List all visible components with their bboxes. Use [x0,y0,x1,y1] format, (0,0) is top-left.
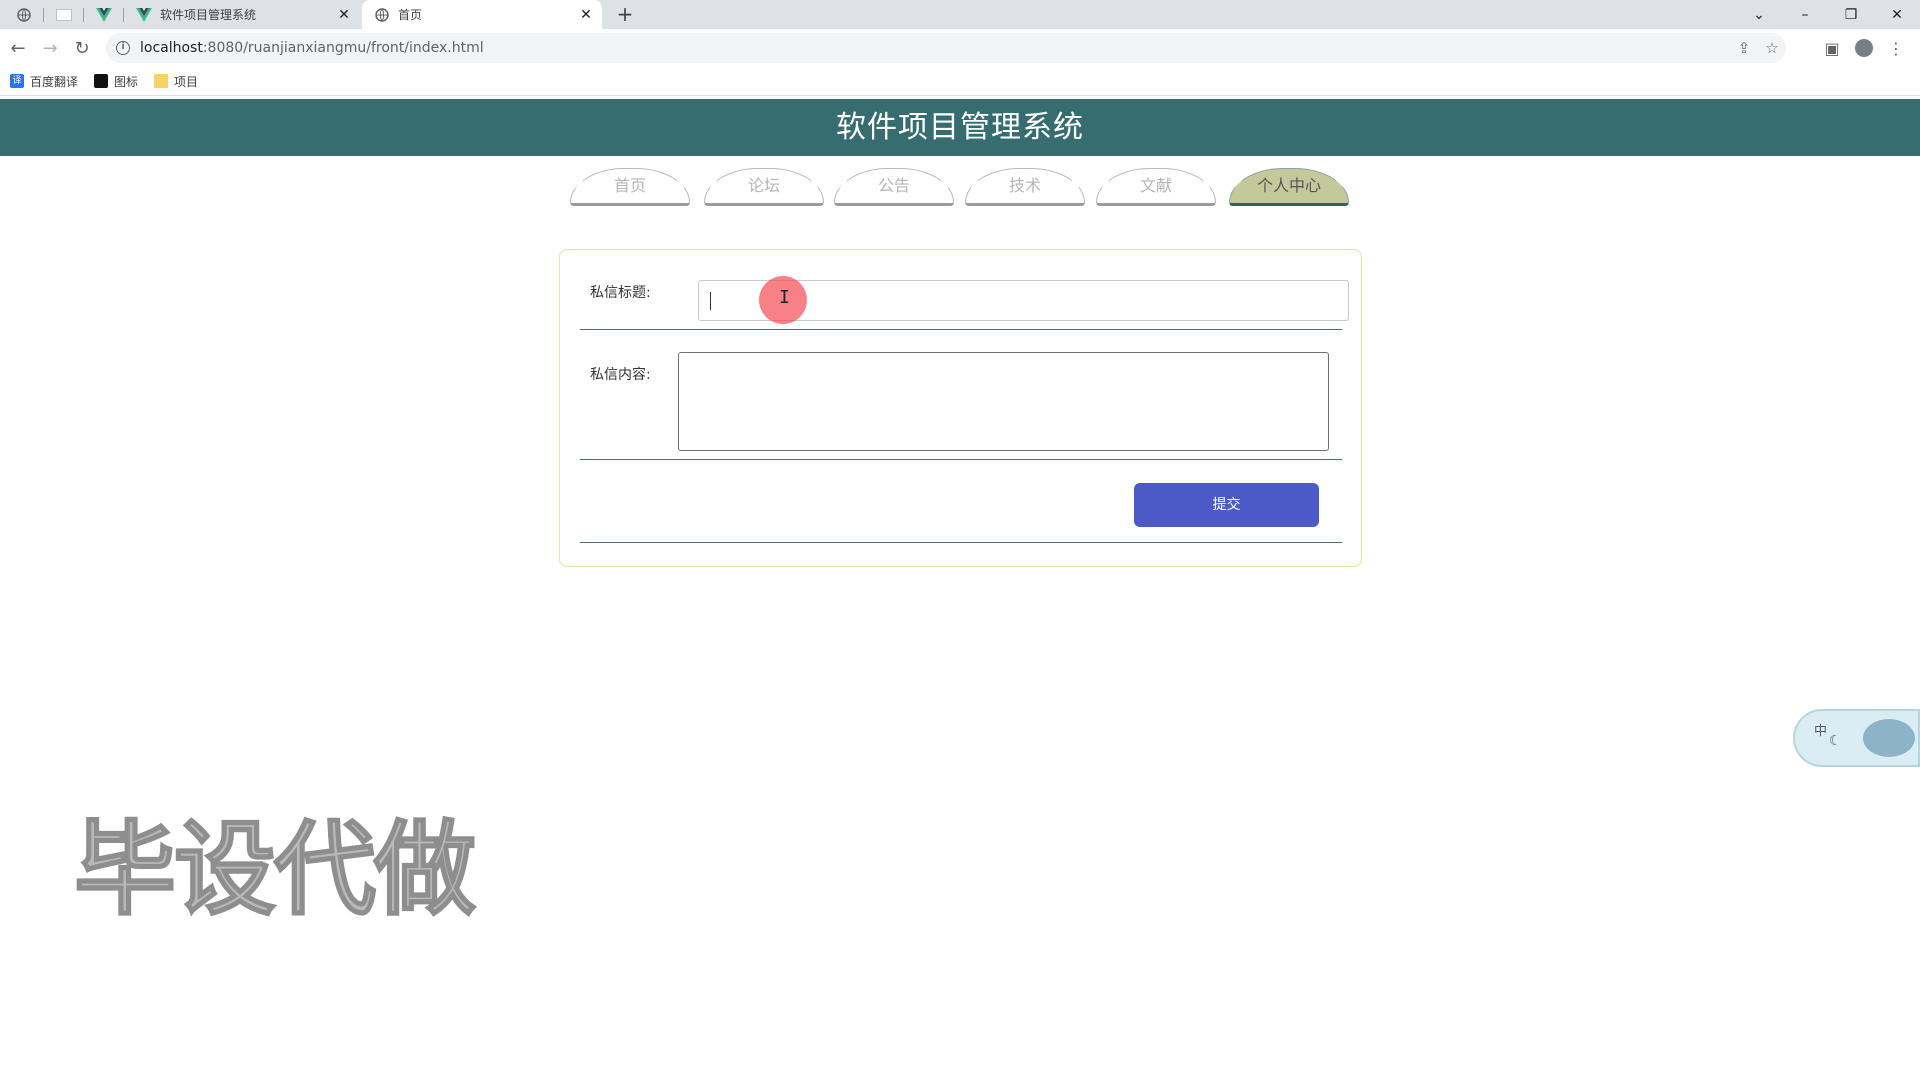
minimize-icon[interactable]: – [1782,0,1828,29]
browser-tab-project[interactable]: 软件项目管理系统 ✕ [128,0,360,29]
nav-technology[interactable]: 技术 [965,168,1085,206]
tab-title: 首页 [398,8,423,22]
url-text: localhost:8080/ruanjianxiangmu/front/ind… [140,40,484,56]
share-icon[interactable]: ⇪ [1730,39,1758,57]
menu-kebab-icon[interactable]: ⋮ [1880,36,1912,60]
browser-tab-pinned-1[interactable] [4,0,44,29]
globe-icon [16,7,32,23]
text-cursor-icon: I [779,287,790,308]
nav-announcement[interactable]: 公告 [834,168,954,206]
vue-icon [136,7,152,23]
nav-personal-center[interactable]: 个人中心 [1229,168,1349,206]
bookmark-project-folder[interactable]: 项目 [154,73,198,90]
folder-icon [154,74,169,88]
nav-literature[interactable]: 文献 [1096,168,1216,206]
moon-icon: ☾ [1829,733,1842,749]
floating-widget[interactable]: 中 ☾ [1793,709,1920,767]
forward-icon[interactable]: → [38,36,62,60]
browser-tab-pinned-3[interactable] [84,0,124,29]
side-panel-icon[interactable]: ▣ [1816,36,1848,60]
nav-home[interactable]: 首页 [570,168,690,206]
browser-toolbar: ← → ↻ i localhost:8080/ruanjianxiangmu/f… [0,29,1920,67]
reload-icon[interactable]: ↻ [70,36,94,60]
bookmark-baidu-translate[interactable]: 译 百度翻译 [10,73,78,90]
tab-title: 软件项目管理系统 [160,8,257,22]
tab-search-icon[interactable]: ⌄ [1736,0,1782,29]
globe-icon [374,7,390,23]
site-title: 软件项目管理系统 [0,99,1920,156]
window-controls: ⌄ – ❐ ✕ [1736,0,1920,29]
baidu-translate-icon: 译 [10,74,24,88]
vue-icon [96,7,112,23]
browser-tab-pinned-2[interactable] [44,0,84,29]
watermark-text: 毕设代做 [73,810,477,931]
image-icon [94,74,109,88]
profile-avatar-icon[interactable] [1855,39,1873,57]
close-tab-icon[interactable]: ✕ [336,7,352,23]
content-label: 私信内容: [590,367,651,383]
bookmark-icons[interactable]: 图标 [94,73,138,90]
back-icon[interactable]: ← [6,36,30,60]
close-window-icon[interactable]: ✕ [1874,0,1920,29]
site-info-icon[interactable]: i [116,41,130,55]
text-caret [710,292,711,310]
message-form: 私信标题: 私信内容: 提交 [559,249,1362,567]
click-indicator: I [759,276,807,324]
bookmarks-bar: 译 百度翻译 图标 项目 [0,67,1920,96]
restore-icon[interactable]: ❐ [1828,0,1874,29]
web-page: 软件项目管理系统 首页 论坛 公告 技术 文献 个人中心 私信标题: 私信内容:… [0,97,1920,1072]
new-tab-button[interactable]: + [613,3,637,27]
blank-page-icon [56,7,72,23]
title-row: 私信标题: [580,250,1349,330]
bookmark-star-icon[interactable]: ☆ [1758,39,1786,57]
submit-button[interactable]: 提交 [1134,483,1319,527]
content-textarea[interactable] [678,352,1329,451]
widget-lang-label: 中 [1814,724,1828,739]
mascot-icon [1863,719,1915,757]
browser-tab-bar: 软件项目管理系统 ✕ 首页 ✕ + ⌄ – ❐ ✕ [0,0,1920,29]
address-bar[interactable]: i localhost:8080/ruanjianxiangmu/front/i… [106,33,1786,63]
nav-forum[interactable]: 论坛 [704,168,824,206]
title-label: 私信标题: [590,285,651,301]
browser-tab-home[interactable]: 首页 ✕ [362,0,602,29]
close-tab-icon[interactable]: ✕ [578,7,594,23]
